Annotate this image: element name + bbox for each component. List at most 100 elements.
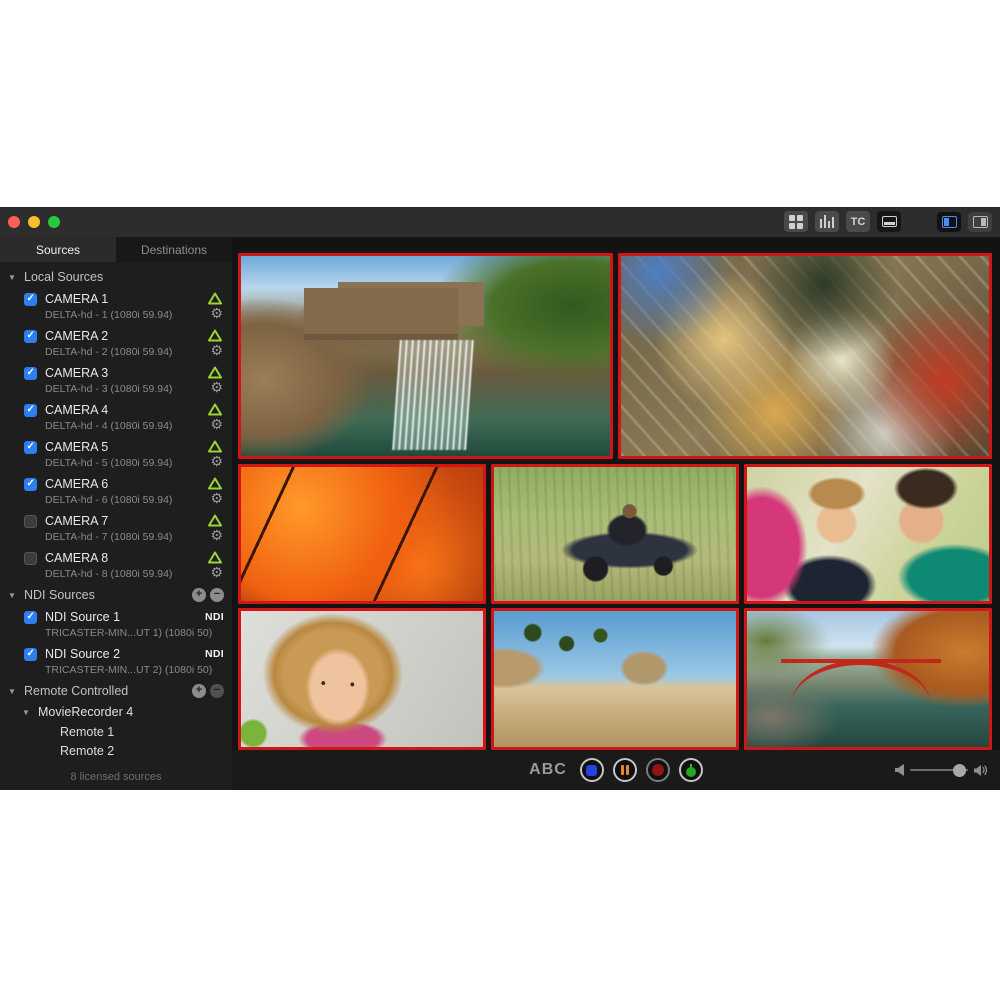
- close-button[interactable]: [8, 216, 20, 228]
- source-subtitle: TRICASTER-MIN...UT 2) (1080i 50): [24, 664, 224, 676]
- status-triangle-icon: [208, 292, 222, 305]
- licensed-sources-status: 8 licensed sources: [0, 768, 232, 790]
- audio-meters-icon: [820, 215, 834, 228]
- gear-icon[interactable]: ⚙: [210, 343, 223, 357]
- preview-stage: ABC: [232, 237, 1000, 790]
- desktop: TC Sources Destinations: [0, 0, 1000, 1000]
- disclosure-icon[interactable]: ▼: [8, 273, 18, 282]
- source-row-ndi-1[interactable]: NDI Source 1 TRICASTER-MIN...UT 1) (1080…: [0, 606, 232, 643]
- volume-knob[interactable]: [953, 764, 966, 777]
- section-remote-controlled[interactable]: ▼ Remote Controlled + −: [0, 680, 232, 702]
- source-label: CAMERA 6: [45, 477, 108, 491]
- video-tile-go-kart[interactable]: [491, 464, 739, 604]
- source-checkbox[interactable]: [24, 515, 37, 528]
- left-panel-toggle[interactable]: [937, 212, 961, 232]
- tab-sources[interactable]: Sources: [0, 237, 116, 262]
- source-checkbox[interactable]: [24, 552, 37, 565]
- add-source-button[interactable]: +: [192, 588, 206, 602]
- ndi-badge: NDI: [205, 611, 224, 623]
- video-tile-mother-and-son[interactable]: [744, 464, 992, 604]
- gear-icon[interactable]: ⚙: [210, 528, 223, 542]
- remote-item-label: Remote 1: [60, 725, 114, 739]
- source-checkbox[interactable]: [24, 367, 37, 380]
- section-ndi-sources[interactable]: ▼ NDI Sources + −: [0, 584, 232, 606]
- source-row-camera-3[interactable]: CAMERA 3 DELTA-hd - 3 (1080i 59.94) ⚙: [0, 362, 232, 399]
- source-checkbox[interactable]: [24, 648, 37, 661]
- gear-icon[interactable]: ⚙: [210, 454, 223, 468]
- video-tile-japanese-market[interactable]: [618, 253, 993, 459]
- source-checkbox[interactable]: [24, 293, 37, 306]
- tab-destinations-label: Destinations: [141, 243, 207, 257]
- source-row-camera-1[interactable]: CAMERA 1 DELTA-hd - 1 (1080i 59.94) ⚙: [0, 288, 232, 325]
- pause-button[interactable]: [613, 758, 637, 782]
- remote-group-movierecorder-4[interactable]: ▼ MovieRecorder 4: [22, 702, 232, 722]
- video-tile-toddler-girl[interactable]: [238, 608, 486, 750]
- remote-group: ▼ MovieRecorder 4 Remote 1 Remote 2: [0, 702, 232, 760]
- mute-icon[interactable]: [895, 764, 904, 776]
- source-row-camera-2[interactable]: CAMERA 2 DELTA-hd - 2 (1080i 59.94) ⚙: [0, 325, 232, 362]
- remove-source-button[interactable]: −: [210, 588, 224, 602]
- tab-destinations[interactable]: Destinations: [116, 237, 232, 262]
- fullscreen-monitor-button[interactable]: [877, 211, 901, 232]
- video-tile-castle-waterfall[interactable]: [238, 253, 613, 459]
- add-remote-button[interactable]: +: [192, 684, 206, 698]
- source-row-ndi-2[interactable]: NDI Source 2 TRICASTER-MIN...UT 2) (1080…: [0, 643, 232, 680]
- source-label: CAMERA 2: [45, 329, 108, 343]
- gear-icon[interactable]: ⚙: [210, 380, 223, 394]
- gear-icon[interactable]: ⚙: [210, 417, 223, 431]
- section-label: NDI Sources: [24, 588, 95, 602]
- minimize-button[interactable]: [28, 216, 40, 228]
- tab-sources-label: Sources: [36, 243, 80, 257]
- abc-label: ABC: [529, 761, 567, 779]
- audio-meters-button[interactable]: [815, 211, 839, 232]
- disclosure-icon[interactable]: ▼: [22, 708, 32, 717]
- speaker-icon[interactable]: [974, 764, 988, 777]
- source-row-camera-4[interactable]: CAMERA 4 DELTA-hd - 4 (1080i 59.94) ⚙: [0, 399, 232, 436]
- source-subtitle: DELTA-hd - 2 (1080i 59.94): [24, 346, 224, 358]
- source-checkbox[interactable]: [24, 611, 37, 624]
- timecode-button[interactable]: TC: [846, 211, 870, 232]
- source-checkbox[interactable]: [24, 404, 37, 417]
- source-row-camera-6[interactable]: CAMERA 6 DELTA-hd - 6 (1080i 59.94) ⚙: [0, 473, 232, 510]
- volume-slider[interactable]: [910, 769, 968, 771]
- source-checkbox[interactable]: [24, 330, 37, 343]
- remote-item-label: Remote 2: [60, 744, 114, 758]
- source-subtitle: DELTA-hd - 1 (1080i 59.94): [24, 309, 224, 321]
- remote-item-2[interactable]: Remote 2: [22, 741, 232, 760]
- disclosure-icon[interactable]: ▼: [8, 687, 18, 696]
- source-checkbox[interactable]: [24, 478, 37, 491]
- right-panel-icon: [973, 216, 988, 228]
- sources-sidebar: Sources Destinations ▼ Local Sources CAM…: [0, 237, 232, 790]
- status-triangle-icon: [208, 366, 222, 379]
- video-tile-maple-leaves[interactable]: [238, 464, 486, 604]
- section-local-sources[interactable]: ▼ Local Sources: [0, 266, 232, 288]
- source-subtitle: DELTA-hd - 4 (1080i 59.94): [24, 420, 224, 432]
- grid-icon: [789, 215, 803, 229]
- gear-icon[interactable]: ⚙: [210, 306, 223, 320]
- disclosure-icon[interactable]: ▼: [8, 591, 18, 600]
- zoom-button[interactable]: [48, 216, 60, 228]
- sync-button[interactable]: [679, 758, 703, 782]
- status-triangle-icon: [208, 403, 222, 416]
- source-row-camera-8[interactable]: CAMERA 8 DELTA-hd - 8 (1080i 59.94) ⚙: [0, 547, 232, 584]
- right-panel-toggle[interactable]: [968, 212, 992, 232]
- sync-icon: [686, 764, 696, 777]
- titlebar[interactable]: TC: [0, 207, 1000, 237]
- remote-item-1[interactable]: Remote 1: [22, 722, 232, 741]
- sources-list: ▼ Local Sources CAMERA 1 DELTA-hd - 1 (1…: [0, 262, 232, 768]
- gear-icon[interactable]: ⚙: [210, 491, 223, 505]
- source-checkbox[interactable]: [24, 441, 37, 454]
- grid-view-button[interactable]: [784, 211, 808, 232]
- gear-icon[interactable]: ⚙: [210, 565, 223, 579]
- stop-button[interactable]: [580, 758, 604, 782]
- source-subtitle: DELTA-hd - 5 (1080i 59.94): [24, 457, 224, 469]
- remove-remote-button[interactable]: −: [210, 684, 224, 698]
- record-button[interactable]: [646, 758, 670, 782]
- source-row-camera-7[interactable]: CAMERA 7 DELTA-hd - 7 (1080i 59.94) ⚙: [0, 510, 232, 547]
- source-label: CAMERA 8: [45, 551, 108, 565]
- source-label: CAMERA 7: [45, 514, 108, 528]
- video-tile-red-bridge[interactable]: [744, 608, 992, 750]
- video-tile-beach-promenade[interactable]: [491, 608, 739, 750]
- status-triangle-icon: [208, 440, 222, 453]
- source-row-camera-5[interactable]: CAMERA 5 DELTA-hd - 5 (1080i 59.94) ⚙: [0, 436, 232, 473]
